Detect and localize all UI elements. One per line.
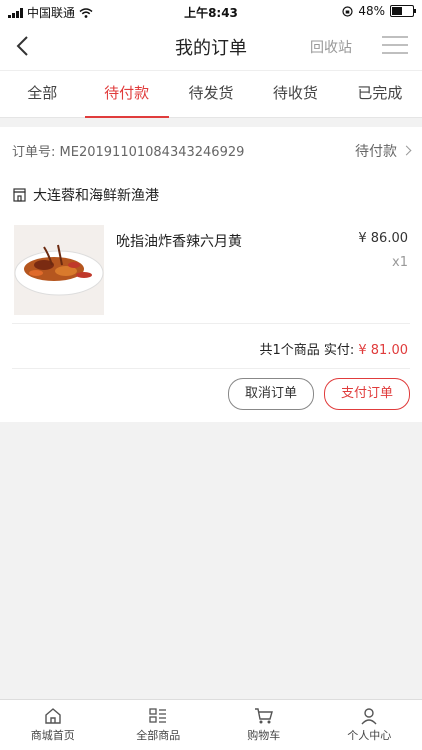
battery-percent: 48%: [358, 4, 385, 18]
bottom-tab-all-products[interactable]: 全部商品: [106, 700, 212, 750]
home-icon: [45, 708, 61, 724]
status-right: 48%: [342, 4, 416, 18]
tab-completed[interactable]: 已完成: [338, 71, 422, 117]
tab-pending-shipment[interactable]: 待发货: [169, 71, 253, 117]
product-price: ¥ 86.00: [358, 231, 408, 246]
bottom-tab-label: 购物车: [247, 729, 281, 742]
tab-all[interactable]: 全部: [0, 71, 84, 117]
bottom-tab-home[interactable]: 商城首页: [0, 700, 106, 750]
status-bar: 中国联通 上午8:43 48%: [0, 0, 422, 22]
bottom-tab-cart[interactable]: 购物车: [211, 700, 317, 750]
store-name: 大连蓉和海鲜新渔港: [33, 188, 159, 204]
store-row[interactable]: 大连蓉和海鲜新渔港: [12, 185, 159, 205]
order-status-label: 待付款: [355, 144, 397, 160]
bottom-tab-label: 全部商品: [136, 729, 181, 742]
product-item[interactable]: 吮指油炸香辣六月黄 ¥ 86.00 x1: [12, 223, 410, 315]
user-icon: [361, 708, 377, 725]
product-name: 吮指油炸香辣六月黄: [116, 234, 242, 250]
menu-list-icon[interactable]: [380, 30, 410, 60]
order-summary: 共1个商品 实付: ¥ 81.00: [259, 339, 408, 358]
cart-icon: [254, 708, 273, 724]
recycle-bin-link[interactable]: 回收站: [310, 37, 352, 57]
pay-order-button[interactable]: 支付订单: [324, 378, 410, 410]
order-number: ME20191101084343246929: [59, 145, 245, 160]
order-number-label: 订单号:: [12, 145, 56, 160]
order-status-tabs: 全部 待付款 待发货 待收货 已完成: [0, 70, 422, 118]
lock-rotation-icon: [342, 5, 353, 17]
bottom-tab-label: 个人中心: [347, 729, 392, 742]
chevron-right-icon: [401, 145, 412, 156]
divider: [12, 323, 410, 324]
bottom-tab-bar: 商城首页 全部商品 购物车 个人中心: [0, 699, 422, 750]
product-thumbnail[interactable]: [14, 225, 104, 315]
order-status[interactable]: 待付款: [355, 141, 412, 161]
page-title: 我的订单: [175, 38, 247, 59]
grid-list-icon: [149, 708, 167, 723]
divider: [12, 368, 410, 369]
store-icon: [13, 188, 26, 202]
dish-image: [14, 225, 104, 315]
order-header: 订单号: ME20191101084343246929 待付款: [12, 141, 412, 161]
nav-bar: 我的订单 回收站: [0, 22, 422, 70]
bottom-tab-profile[interactable]: 个人中心: [317, 700, 422, 750]
product-quantity: x1: [392, 255, 408, 270]
cancel-order-button[interactable]: 取消订单: [228, 378, 314, 410]
order-card[interactable]: 订单号: ME20191101084343246929 待付款 大连蓉和海鲜新渔…: [0, 127, 422, 422]
tab-pending-payment[interactable]: 待付款: [84, 71, 168, 117]
summary-label: 共1个商品 实付:: [259, 343, 355, 358]
tab-pending-receipt[interactable]: 待收货: [253, 71, 337, 117]
paid-amount: ¥ 81.00: [358, 343, 408, 358]
battery-icon: [390, 5, 416, 17]
bottom-tab-label: 商城首页: [30, 729, 75, 742]
